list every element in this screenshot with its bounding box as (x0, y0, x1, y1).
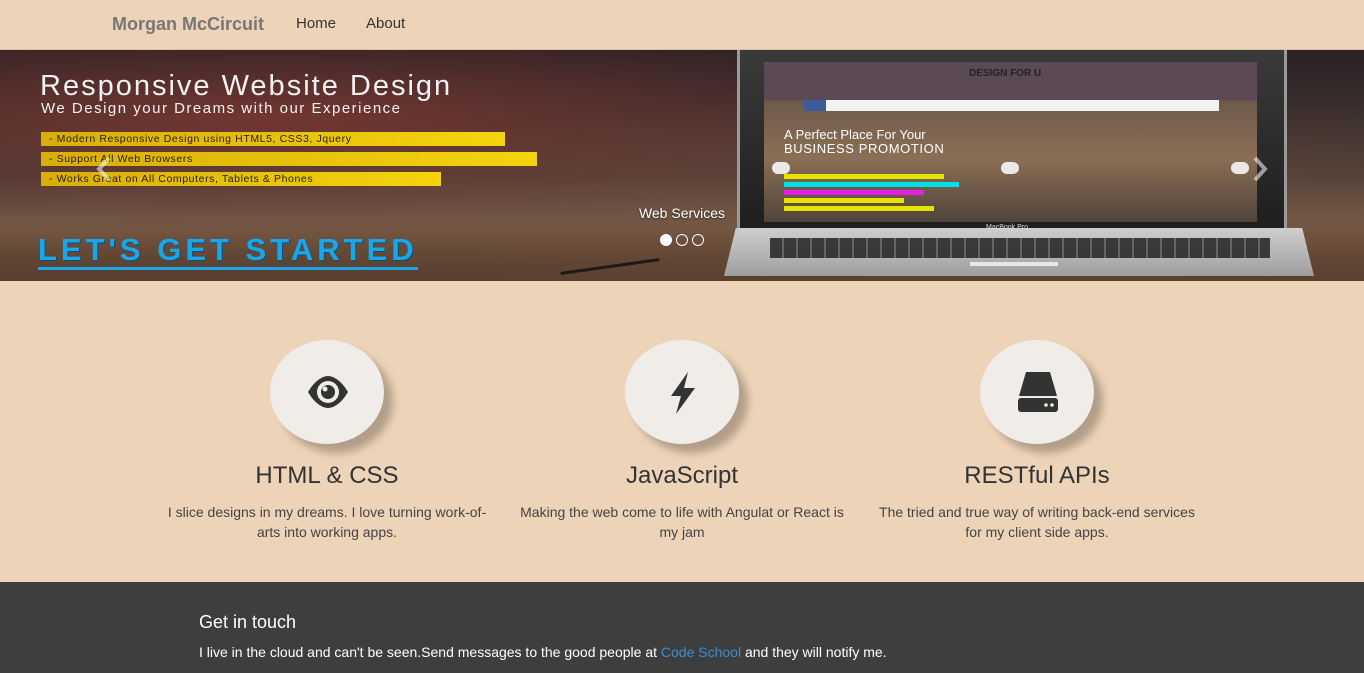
navbar: Morgan McCircuit Home About (0, 0, 1364, 50)
carousel-prev-control[interactable] (92, 154, 116, 184)
screen-navbar (804, 100, 1219, 111)
footer: Get in touch I live in the cloud and can… (0, 582, 1364, 673)
feature-title: RESTful APIs (964, 462, 1110, 489)
carousel-indicator-2[interactable] (676, 234, 688, 246)
carousel-indicator-1[interactable] (660, 234, 672, 246)
feature-icon-circle (980, 340, 1094, 444)
laptop-keyboard (770, 238, 1270, 258)
feature-icon-circle (625, 340, 739, 444)
slide-feature-bar: - Modern Responsive Design using HTML5, … (41, 132, 505, 146)
code-school-link[interactable]: Code School (661, 644, 741, 660)
nav-about-link[interactable]: About (366, 15, 405, 32)
feature-html-css: HTML & CSS I slice designs in my dreams.… (157, 340, 497, 542)
feature-title: HTML & CSS (255, 462, 399, 489)
screen-bar (784, 190, 924, 195)
feature-icon-circle (270, 340, 384, 444)
feature-restful-apis: RESTful APIs The tried and true way of w… (867, 340, 1207, 542)
laptop-label: MacBook Pro (986, 224, 1029, 231)
screen-headline: A Perfect Place For Your (784, 127, 926, 142)
nav-home-link[interactable]: Home (296, 15, 336, 32)
slide-subtitle: We Design your Dreams with our Experienc… (41, 100, 402, 117)
screen-bar (784, 182, 959, 187)
screen-bar (784, 206, 934, 211)
chevron-left-icon (96, 156, 111, 182)
server-icon (1018, 372, 1058, 412)
feature-title: JavaScript (625, 462, 739, 489)
screen-arrow-right (1231, 162, 1249, 174)
footer-text: I live in the cloud and can't be seen.Se… (199, 644, 887, 660)
footer-heading: Get in touch (199, 612, 297, 632)
feature-text: The tried and true way of writing back-e… (879, 504, 1195, 540)
eye-icon (308, 376, 348, 408)
screen-headline-2: BUSINESS PROMOTION (784, 141, 945, 156)
brand-link[interactable]: Morgan McCircuit (112, 14, 264, 35)
laptop-screen: DESIGN FOR U A Perfect Place For Your BU… (764, 62, 1257, 222)
bolt-icon (671, 372, 695, 414)
footer-text-after: and they will notify me. (741, 644, 887, 660)
carousel-indicator-3[interactable] (692, 234, 704, 246)
chevron-right-icon (1253, 156, 1268, 182)
feature-javascript: JavaScript Making the web come to life w… (512, 340, 852, 542)
carousel-next-control[interactable] (1248, 154, 1272, 184)
screen-logo: DESIGN FOR U (969, 68, 1042, 79)
footer-text-before: I live in the cloud and can't be seen.Se… (199, 644, 661, 660)
screen-bar (784, 198, 904, 203)
laptop-trackpad (970, 262, 1058, 266)
screen-bar (784, 174, 944, 179)
slide-title: Responsive Website Design (40, 70, 453, 102)
carousel-indicators (660, 234, 704, 246)
slide-cta-text: LET'S GET STARTED (38, 233, 418, 270)
screen-arrow-left (772, 162, 790, 174)
carousel: Responsive Website Design We Design your… (0, 50, 1364, 281)
screen-arrow-center (1001, 162, 1019, 174)
feature-text: I slice designs in my dreams. I love tur… (167, 504, 487, 540)
carousel-caption: Web Services (638, 205, 726, 221)
feature-text: Making the web come to life with Angulat… (520, 504, 844, 540)
